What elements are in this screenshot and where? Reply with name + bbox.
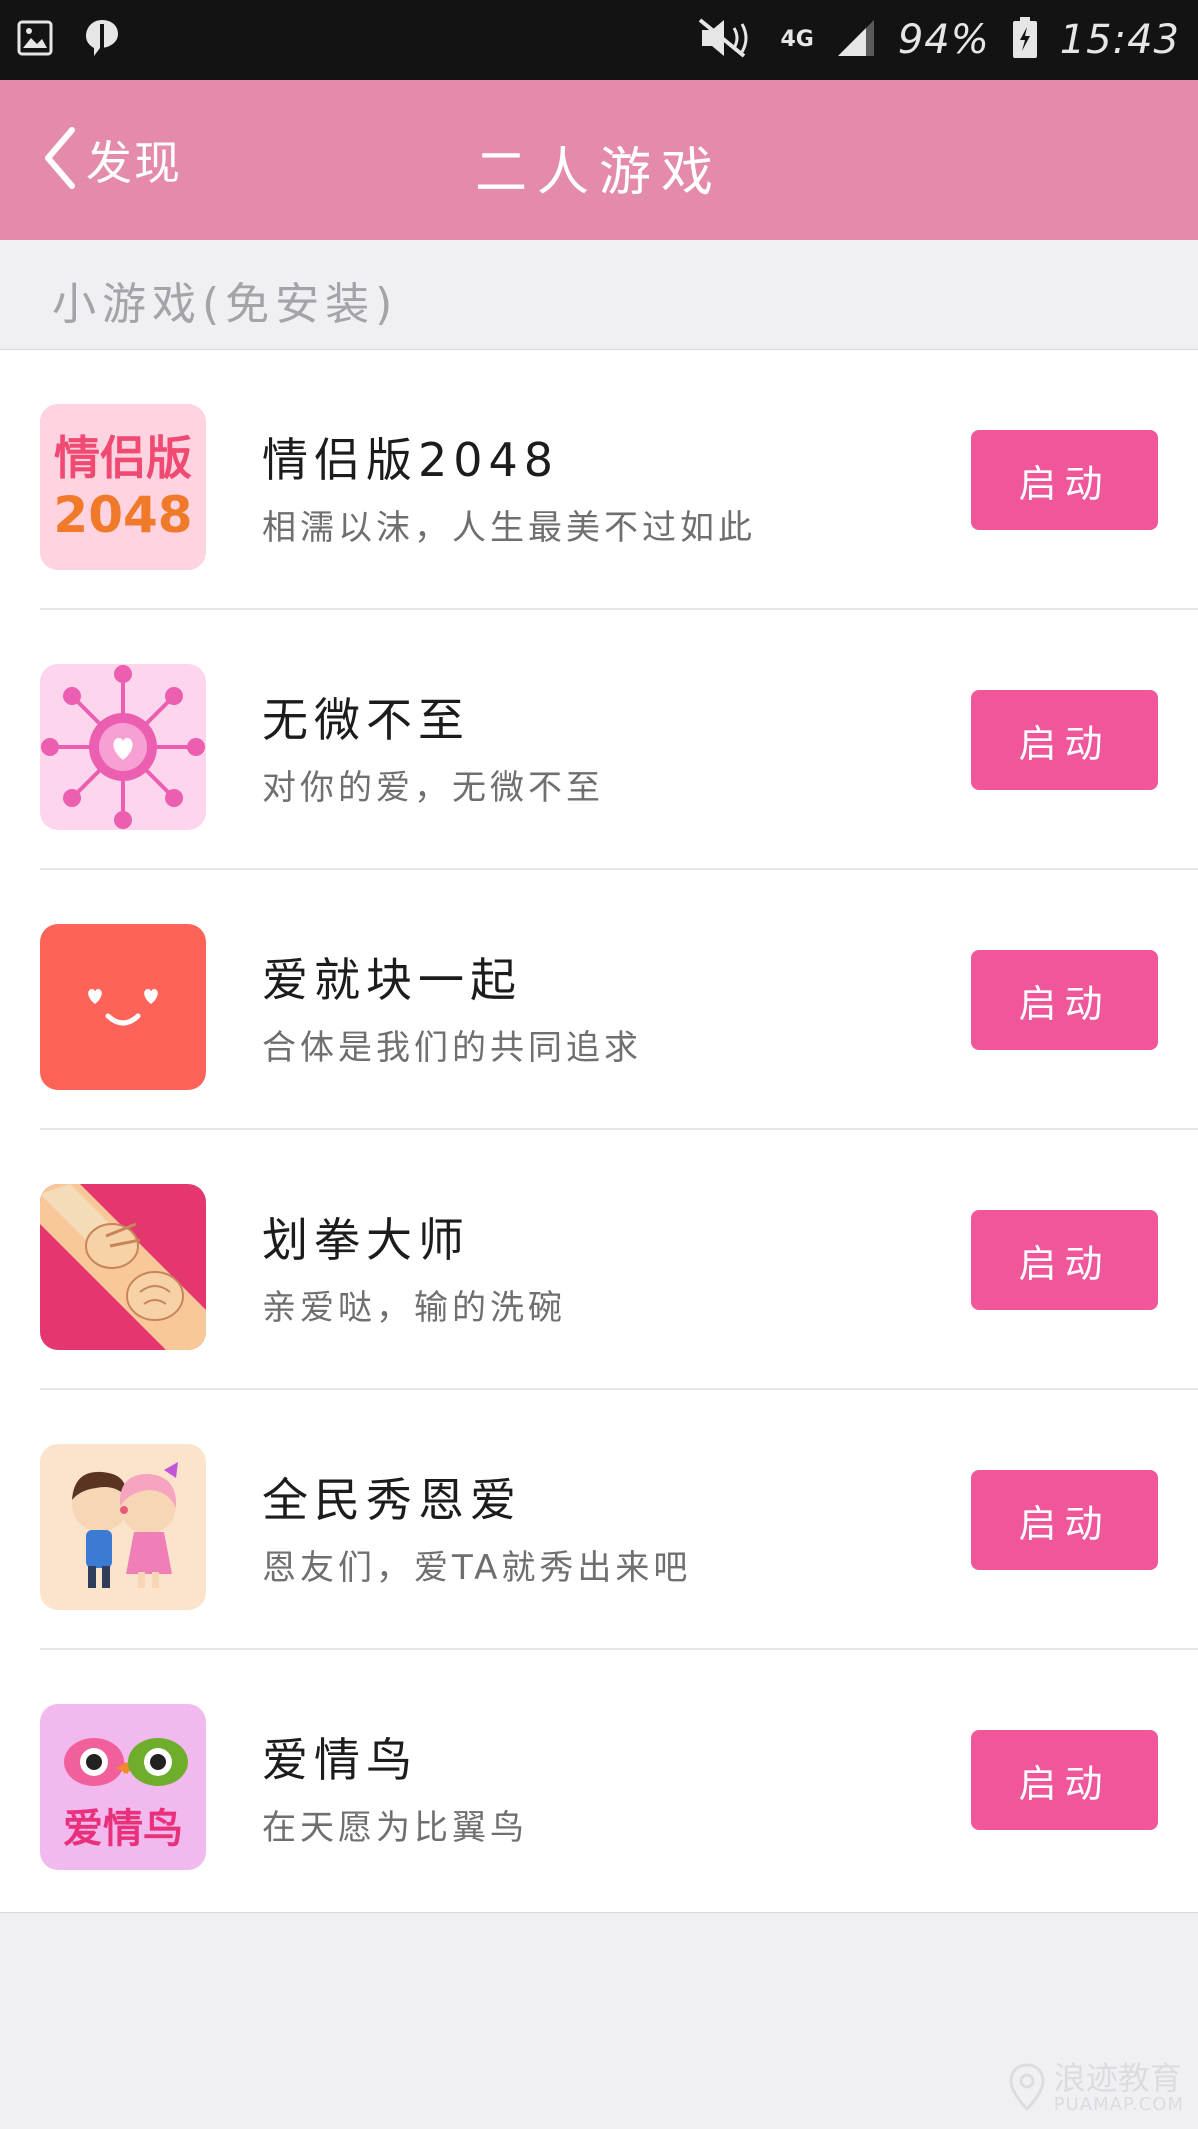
game-description: 亲爱哒，输的洗碗 [262, 1288, 566, 1328]
launch-button[interactable]: 启动 [971, 430, 1158, 530]
section-header: 小游戏(免安装) [0, 240, 1198, 350]
watermark-sub: PUAMAP.COM [1053, 2094, 1184, 2115]
list-item[interactable]: 划拳大师 亲爱哒，输的洗碗 启动 [0, 1130, 1198, 1390]
section-title: 小游戏(免安装) [52, 279, 399, 330]
game-description: 在天愿为比翼鸟 [262, 1808, 528, 1848]
app-header: 发现 二人游戏 [0, 80, 1198, 240]
clock: 15:43 [1059, 17, 1180, 63]
game-description: 对你的爱，无微不至 [262, 768, 604, 808]
list-item[interactable]: 情侣版 2048 情侣版2048 相濡以沫，人生最美不过如此 启动 [0, 350, 1198, 610]
hand-game-icon [40, 1184, 206, 1350]
list-item[interactable]: 无微不至 对你的爱，无微不至 启动 [0, 610, 1198, 870]
app-notification-icon [84, 18, 120, 62]
icon-text-top: 情侣版 [54, 431, 192, 485]
game-name: 划拳大师 [262, 1213, 470, 1267]
list-item[interactable]: 爱情鸟 爱情鸟 在天愿为比翼鸟 启动 [0, 1650, 1198, 1910]
watermark: 浪迹教育 PUAMAP.COM [1008, 2062, 1184, 2115]
smiley-face-icon [40, 924, 206, 1090]
gallery-icon [16, 19, 54, 61]
launch-button[interactable]: 启动 [971, 950, 1158, 1050]
love-birds-icon: 爱情鸟 [40, 1704, 206, 1870]
page-title: 二人游戏 [474, 143, 723, 203]
list-item[interactable]: 全民秀恩爱 恩友们，爱TA就秀出来吧 启动 [0, 1390, 1198, 1650]
launch-button[interactable]: 启动 [971, 1210, 1158, 1310]
signal-icon [836, 18, 876, 62]
game-name: 无微不至 [262, 693, 470, 747]
mute-icon [696, 16, 758, 64]
game-name: 全民秀恩爱 [262, 1473, 522, 1527]
network-type: 4G [780, 27, 814, 52]
game-description: 恩友们，爱TA就秀出来吧 [262, 1548, 692, 1588]
icon-text: 爱情鸟 [63, 1806, 183, 1852]
watermark-text: 浪迹教育 [1053, 2059, 1182, 2097]
game-description: 合体是我们的共同追求 [262, 1028, 642, 1068]
battery-icon [1012, 17, 1038, 63]
game-name: 爱情鸟 [262, 1733, 418, 1787]
couple-2048-icon: 情侣版 2048 [40, 404, 206, 570]
kissing-couple-icon [40, 1444, 206, 1610]
launch-button[interactable]: 启动 [971, 1470, 1158, 1570]
game-name: 爱就块一起 [262, 953, 522, 1007]
launch-button[interactable]: 启动 [971, 1730, 1158, 1830]
location-pin-icon [1008, 2062, 1046, 2115]
game-description: 相濡以沫，人生最美不过如此 [262, 508, 756, 548]
icon-text-bottom: 2048 [53, 486, 192, 544]
status-bar: 4G 94% 15:43 [0, 0, 1198, 80]
heart-network-icon [40, 664, 206, 830]
launch-button[interactable]: 启动 [971, 690, 1158, 790]
game-name: 情侣版2048 [262, 433, 560, 487]
game-list: 情侣版 2048 情侣版2048 相濡以沫，人生最美不过如此 启动 无微不至 对… [0, 350, 1198, 1913]
list-item[interactable]: 爱就块一起 合体是我们的共同追求 启动 [0, 870, 1198, 1130]
battery-percent: 94% [897, 17, 990, 63]
